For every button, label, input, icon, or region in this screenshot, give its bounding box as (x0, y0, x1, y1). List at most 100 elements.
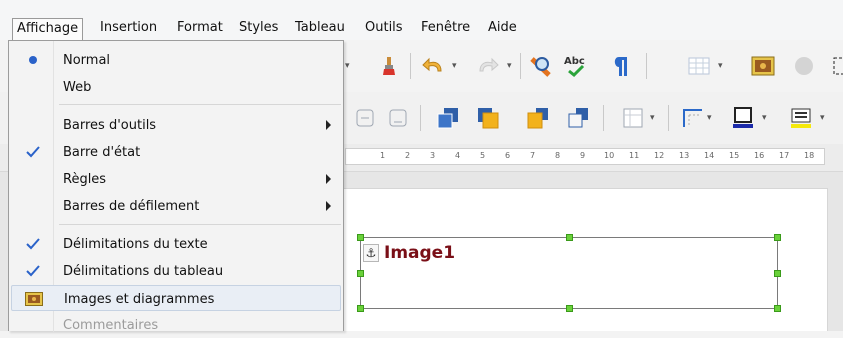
separator (520, 53, 521, 79)
dropdown-arrow-icon[interactable]: ▾ (345, 61, 350, 71)
ruler-mark: 16 (754, 151, 765, 160)
ruler-mark: 9 (580, 151, 586, 160)
menu-item-regles[interactable]: Règles (11, 166, 341, 192)
back-one-icon[interactable] (565, 105, 591, 131)
paint-brush-icon[interactable] (376, 53, 402, 79)
ruler-mark: 15 (729, 151, 740, 160)
menu-item-label: Images et diagrammes (64, 292, 215, 307)
affichage-menu: Normal Web Barres d'outils Barre d'état … (8, 40, 344, 333)
resize-handle[interactable] (357, 270, 364, 277)
menu-item-label: Web (63, 80, 92, 95)
resize-handle[interactable] (774, 305, 781, 312)
ruler-mark: 8 (555, 151, 561, 160)
border-color-dropdown-icon[interactable]: ▾ (762, 113, 767, 123)
bring-to-front-icon[interactable] (435, 105, 461, 131)
image-icon[interactable] (750, 53, 776, 79)
menu-item-images-diagrammes[interactable]: Images et diagrammes (11, 285, 341, 311)
ruler-mark: 2 (405, 151, 411, 160)
menu-outils[interactable]: Outils (361, 18, 407, 40)
submenu-arrow-icon (326, 120, 331, 130)
properties-dropdown-icon[interactable]: ▾ (650, 113, 655, 123)
separator (668, 105, 669, 131)
menu-affichage[interactable]: Affichage (12, 18, 84, 40)
separator (410, 53, 411, 79)
line-style-icon[interactable] (788, 105, 814, 131)
ruler-mark: 10 (604, 151, 615, 160)
undo-dropdown-icon[interactable]: ▾ (452, 61, 457, 71)
menu-item-barres-outils[interactable]: Barres d'outils (11, 112, 341, 138)
menu-styles[interactable]: Styles (235, 18, 282, 40)
ruler-mark: 17 (779, 151, 790, 160)
ruler-mark: 13 (679, 151, 690, 160)
check-icon (11, 139, 55, 165)
menu-item-delimitations-texte[interactable]: Délimitations du texte (11, 231, 341, 257)
menu-item-label: Délimitations du texte (63, 237, 208, 252)
separator (420, 105, 421, 131)
undo-icon[interactable] (420, 53, 446, 79)
spellcheck-icon[interactable]: Abc (563, 53, 589, 79)
table-dropdown-icon[interactable]: ▾ (718, 61, 723, 71)
radio-icon (11, 47, 55, 73)
border-color-icon[interactable] (730, 105, 756, 131)
menu-fenetre[interactable]: Fenêtre (417, 18, 474, 40)
submenu-arrow-icon (326, 174, 331, 184)
ruler-mark: 12 (654, 151, 665, 160)
menu-format[interactable]: Format (173, 18, 227, 40)
menu-item-delimitations-tableau[interactable]: Délimitations du tableau (11, 258, 341, 284)
resize-handle[interactable] (357, 305, 364, 312)
anchor-icon[interactable]: ⚓ (363, 244, 379, 262)
menu-item-commentaires: Commentaires (11, 312, 341, 338)
image-icon (12, 286, 56, 312)
ruler-mark: 7 (530, 151, 536, 160)
resize-handle[interactable] (774, 234, 781, 241)
align-icon[interactable] (352, 105, 378, 131)
resize-handle[interactable] (566, 305, 573, 312)
resize-handle[interactable] (357, 234, 364, 241)
menu-item-normal[interactable]: Normal (11, 47, 341, 73)
ruler-mark: 5 (480, 151, 486, 160)
check-icon (11, 231, 55, 257)
border-style-dropdown-icon[interactable]: ▾ (707, 113, 712, 123)
frame-label: Image1 (384, 243, 456, 263)
menu-item-label: Barre d'état (63, 145, 141, 160)
ruler-mark: 11 (629, 151, 640, 160)
menu-item-barre-etat[interactable]: Barre d'état (11, 139, 341, 165)
table-icon[interactable] (686, 53, 712, 79)
ruler-mark: 4 (455, 151, 461, 160)
menu-aide[interactable]: Aide (484, 18, 521, 40)
resize-handle[interactable] (566, 234, 573, 241)
menu-item-web[interactable]: Web (11, 74, 341, 100)
check-icon (11, 258, 55, 284)
separator (603, 105, 604, 131)
align-icon[interactable] (385, 105, 411, 131)
ruler-mark: 14 (704, 151, 715, 160)
menu-separator (59, 104, 341, 105)
circle-icon[interactable] (791, 53, 817, 79)
menu-separator (59, 224, 341, 225)
send-to-back-icon[interactable] (475, 105, 501, 131)
menu-item-label: Délimitations du tableau (63, 264, 224, 279)
ruler-mark: 6 (505, 151, 511, 160)
menu-tableau[interactable]: Tableau (291, 18, 349, 40)
redo-dropdown-icon[interactable]: ▾ (507, 61, 512, 71)
menu-insertion[interactable]: Insertion (96, 18, 161, 40)
resize-handle[interactable] (774, 270, 781, 277)
separator (646, 53, 647, 79)
line-style-dropdown-icon[interactable]: ▾ (820, 113, 825, 123)
properties-icon[interactable] (620, 105, 646, 131)
ruler-mark: 18 (804, 151, 815, 160)
menu-item-barres-defilement[interactable]: Barres de défilement (11, 193, 341, 219)
horizontal-ruler[interactable]: 1 2 3 4 5 6 7 8 9 10 11 12 13 14 15 16 1… (345, 148, 825, 165)
menu-bar: Affichage Insertion Format Styles Tablea… (0, 0, 843, 40)
ruler-mark: 1 (380, 151, 386, 160)
formatting-marks-icon[interactable] (608, 53, 634, 79)
menu-item-label: Barres de défilement (63, 199, 200, 214)
ruler-mark: 3 (430, 151, 436, 160)
redo-icon[interactable] (475, 53, 501, 79)
menu-item-label: Barres d'outils (63, 118, 157, 133)
draw-icon[interactable] (827, 53, 843, 79)
forward-one-icon[interactable] (525, 105, 551, 131)
border-style-icon[interactable] (680, 105, 706, 131)
find-icon[interactable] (528, 53, 554, 79)
menu-item-label: Normal (63, 53, 111, 68)
